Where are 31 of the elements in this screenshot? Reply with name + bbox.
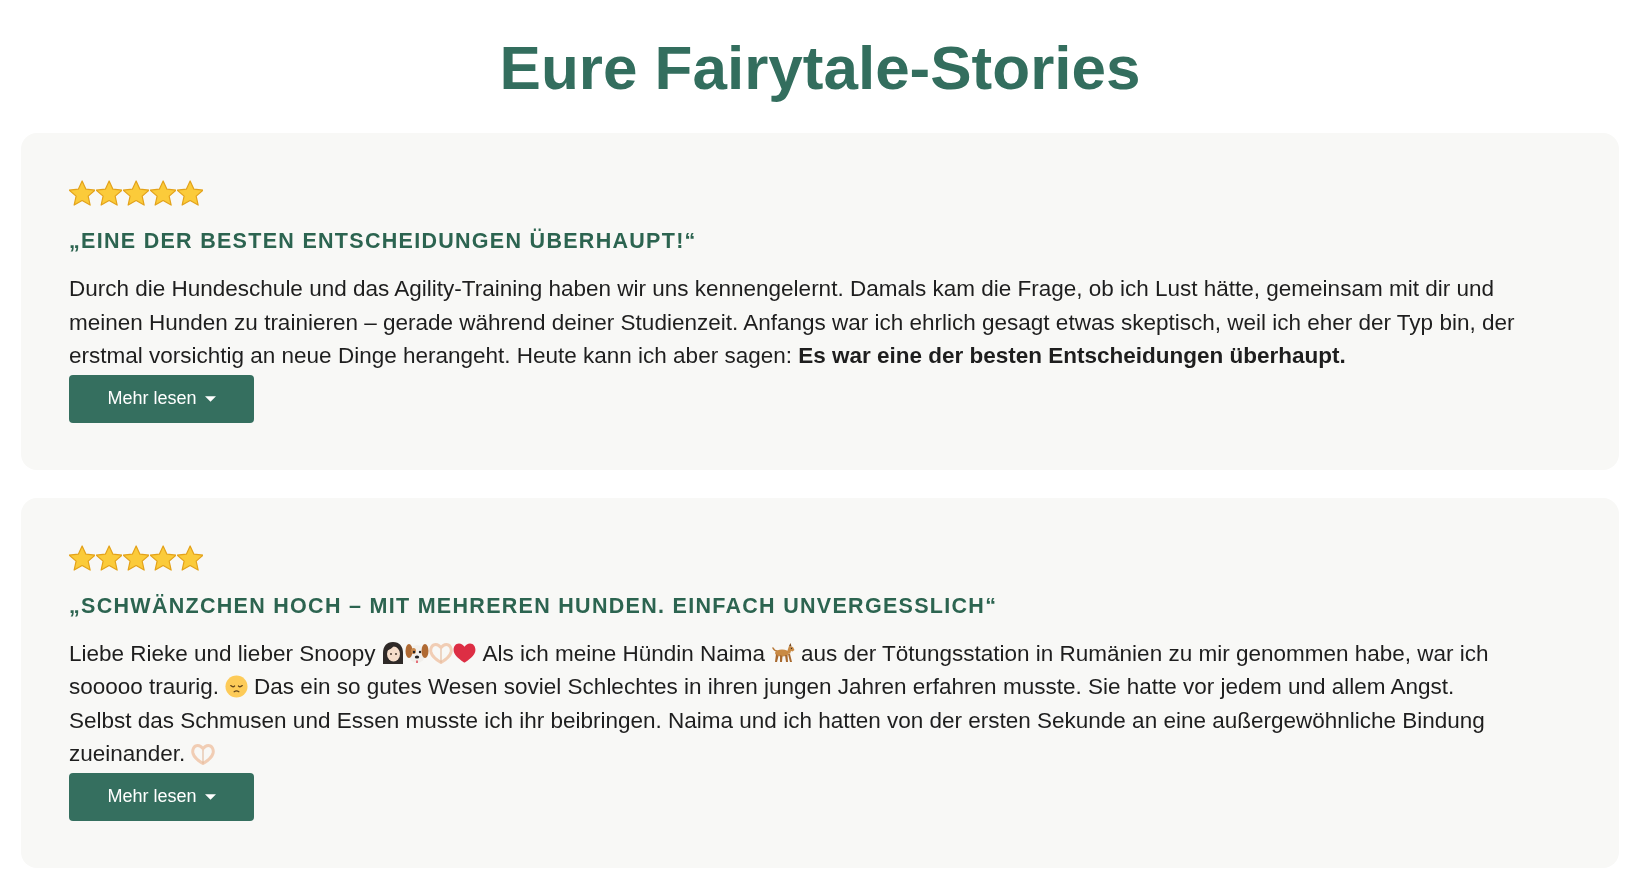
- star-icon: [177, 180, 203, 206]
- review-heading: „SCHWÄNZCHEN HOCH – MIT MEHREREN HUNDEN. EINFACH UNVERGESSLICH“: [69, 592, 999, 620]
- star-icon: [123, 544, 149, 571]
- dog-face-icon: [405, 641, 430, 666]
- star-icon: [69, 544, 95, 571]
- review-text: aus der Tötungsstation in Rumänien zu mir genommen habe, war ich: [801, 639, 1489, 668]
- star-icon: [96, 544, 122, 571]
- star-icon: [69, 180, 95, 206]
- review-text: zueinander.: [69, 740, 186, 768]
- review-text: Das ein so gutes Wesen soviel Schlechtes in ihren jungen Jahren erfahren musste. Sie hatte vor jedem und allem Angst.: [254, 673, 1455, 701]
- read-more-button[interactable]: Mehr lesen: [69, 374, 254, 423]
- heart-hands-icon: [191, 741, 216, 766]
- star-icon: [96, 180, 122, 206]
- read-more-button[interactable]: Mehr lesen: [69, 772, 254, 821]
- review-text: Liebe Rieke und lieber Snoopy: [69, 639, 376, 668]
- caret-down-icon: [204, 793, 216, 800]
- review-text: sooooo traurig.: [69, 673, 220, 701]
- caret-down-icon: [204, 395, 216, 402]
- star-icon: [177, 544, 203, 571]
- review-text: Als ich meine Hündin Naima: [482, 639, 766, 668]
- woman-icon: [381, 641, 406, 666]
- star-icon: [150, 180, 176, 206]
- review-text: Selbst das Schmusen und Essen musste ich ihr beibringen. Naima und ich hatten von der ersten Sekunde an eine außergewöhnliche Bindung: [69, 706, 1485, 735]
- heart-hands-icon: [429, 641, 454, 666]
- review-text: Durch die Hundeschule und das Agility-Training haben wir uns kennengelernt. Damals kam die Frage, ob ich Lust hätte, gemeinsam mit dir und meinen Hunden zu trainieren – gerade während deiner Studienzeit. Anfangs war ich ehrlich gesagt etwas skeptisch, weil ich eher der Typ bin, der erstmal vorsichtig an neue Dinge herangeht. Heute kann ich aber sagen: Es war eine der besten Entscheidungen überhaupt.: [69, 275, 1516, 370]
- review-heading: „EINE DER BESTEN ENTSCHEIDUNGEN ÜBERHAUPT!“: [69, 227, 698, 255]
- star-icon: [123, 180, 149, 206]
- star-icon: [150, 544, 176, 571]
- page-title: Eure Fairytale-Stories: [498, 32, 1142, 104]
- heart-icon: [453, 643, 477, 664]
- sad-face-icon: [225, 675, 249, 699]
